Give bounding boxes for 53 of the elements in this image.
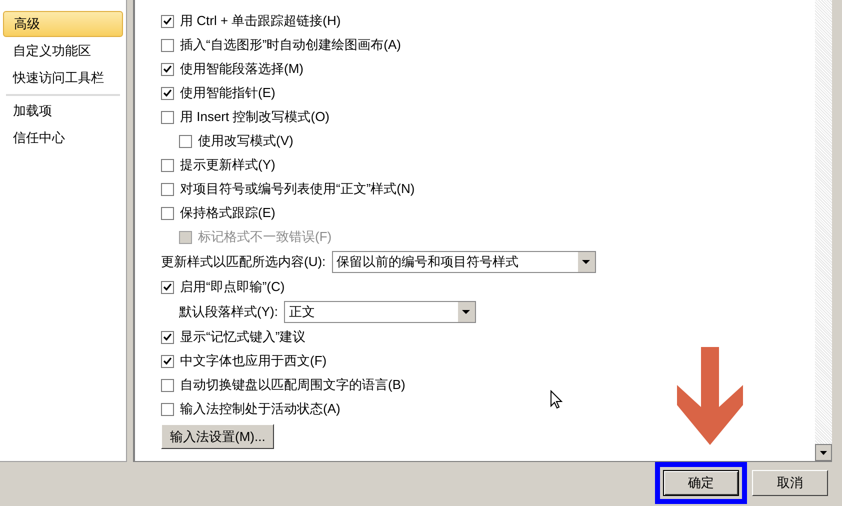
- option-label: 插入“自选图形”时自动创建绘图画布(A): [180, 36, 401, 54]
- option-label: 使用智能段落选择(M): [180, 60, 304, 78]
- sidebar-item[interactable]: 快速访问工具栏: [3, 65, 123, 91]
- checkmark-icon: [163, 89, 172, 97]
- option-label: 用 Insert 控制改写模式(O): [180, 108, 330, 126]
- sidebar-item[interactable]: 信任中心: [3, 125, 123, 151]
- option-label: 默认段落样式(Y):: [179, 303, 278, 322]
- checkbox[interactable]: [161, 280, 174, 294]
- option-label: 对项目符号或编号列表使用“正文”样式(N): [180, 180, 415, 198]
- dropdown-value: 正文: [288, 303, 316, 322]
- dropdown-field[interactable]: 正文: [284, 301, 476, 323]
- dropdown-field[interactable]: 保留以前的编号和项目符号样式: [332, 251, 596, 273]
- checkbox[interactable]: [161, 206, 174, 220]
- settings-button[interactable]: 输入法设置(M)...: [161, 424, 274, 449]
- option-label: 使用智能指针(E): [180, 84, 276, 102]
- checkmark-icon: [163, 283, 172, 291]
- sidebar-item[interactable]: 高级: [3, 11, 123, 37]
- option-label: 保持格式跟踪(E): [180, 204, 276, 222]
- checkmark-icon: [163, 17, 172, 25]
- checkbox[interactable]: [161, 110, 174, 124]
- checkbox[interactable]: [161, 14, 174, 28]
- checkmark-icon: [163, 333, 172, 341]
- option-label: 使用改写模式(V): [198, 132, 294, 150]
- option-label: 输入法控制处于活动状态(A): [180, 400, 340, 418]
- scrollbar[interactable]: [815, 0, 832, 461]
- sidebar-item[interactable]: 加载项: [3, 98, 123, 124]
- dropdown-value: 保留以前的编号和项目符号样式: [336, 253, 520, 272]
- checkbox[interactable]: [161, 354, 174, 368]
- checkmark-icon: [163, 65, 172, 73]
- checkbox[interactable]: [161, 86, 174, 100]
- option-label: 启用“即点即输”(C): [180, 278, 285, 296]
- option-label: 中文字体也应用于西文(F): [180, 352, 327, 370]
- checkmark-icon: [163, 357, 172, 365]
- option-label: 更新样式以匹配所选内容(U):: [161, 253, 326, 272]
- option-label: 标记格式不一致错误(F): [198, 228, 332, 246]
- option-label: 显示“记忆式键入”建议: [180, 328, 306, 346]
- sidebar-item[interactable]: 自定义功能区: [3, 38, 123, 64]
- option-label: 提示更新样式(Y): [180, 156, 276, 174]
- checkbox[interactable]: [161, 38, 174, 52]
- dialog-button[interactable]: 取消: [752, 470, 828, 496]
- down-arrow-annotation-icon: [677, 347, 744, 445]
- dialog-button[interactable]: 确定: [663, 470, 739, 496]
- checkbox[interactable]: [161, 62, 174, 76]
- mouse-pointer-icon: [550, 390, 563, 409]
- option-label: 用 Ctrl + 单击跟踪超链接(H): [180, 12, 341, 30]
- checkbox[interactable]: [161, 330, 174, 344]
- checkbox[interactable]: [179, 134, 192, 148]
- checkbox[interactable]: [161, 378, 174, 392]
- checkbox[interactable]: [161, 158, 174, 172]
- option-label: 自动切换键盘以匹配周围文字的语言(B): [180, 376, 406, 394]
- checkbox[interactable]: [161, 402, 174, 416]
- checkbox[interactable]: [161, 182, 174, 196]
- scroll-down-icon[interactable]: [815, 444, 832, 461]
